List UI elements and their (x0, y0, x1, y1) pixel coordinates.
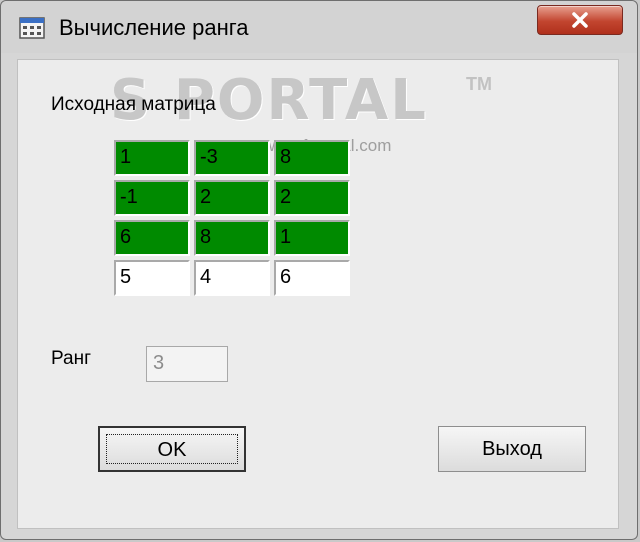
matrix-cell[interactable]: 8 (274, 140, 350, 176)
matrix-cell[interactable]: 6 (274, 260, 350, 296)
matrix-cell[interactable]: 8 (194, 220, 270, 256)
matrix-cell[interactable]: 6 (114, 220, 190, 256)
matrix-cell[interactable]: 1 (274, 220, 350, 256)
matrix-cell[interactable]: 4 (194, 260, 270, 296)
calculator-icon (19, 17, 45, 39)
matrix-cell[interactable]: 1 (114, 140, 190, 176)
ok-button[interactable]: OK (98, 426, 246, 472)
title-bar[interactable]: Вычисление ранга (1, 1, 637, 53)
matrix-cell[interactable]: 2 (274, 180, 350, 216)
window-title: Вычисление ранга (59, 15, 249, 40)
matrix-cell[interactable]: -3 (194, 140, 270, 176)
exit-button-label: Выход (482, 438, 542, 460)
dialog-client-area: S PORTAL TM www.softportal.com Исходная … (17, 59, 619, 529)
close-icon (572, 12, 588, 28)
matrix-cell[interactable]: 5 (114, 260, 190, 296)
matrix-cell[interactable]: 2 (194, 180, 270, 216)
matrix-label: Исходная матрица (51, 94, 216, 115)
matrix-cell[interactable]: -1 (114, 180, 190, 216)
rank-label: Ранг (51, 348, 92, 369)
watermark-trademark: TM (466, 74, 492, 94)
close-button[interactable] (537, 5, 623, 35)
rank-output-field[interactable]: 3 (146, 346, 228, 382)
dialog-window: Вычисление ранга S PORTAL TM www.softpor… (0, 0, 638, 540)
exit-button[interactable]: Выход (438, 426, 586, 472)
focus-rectangle (106, 434, 238, 464)
